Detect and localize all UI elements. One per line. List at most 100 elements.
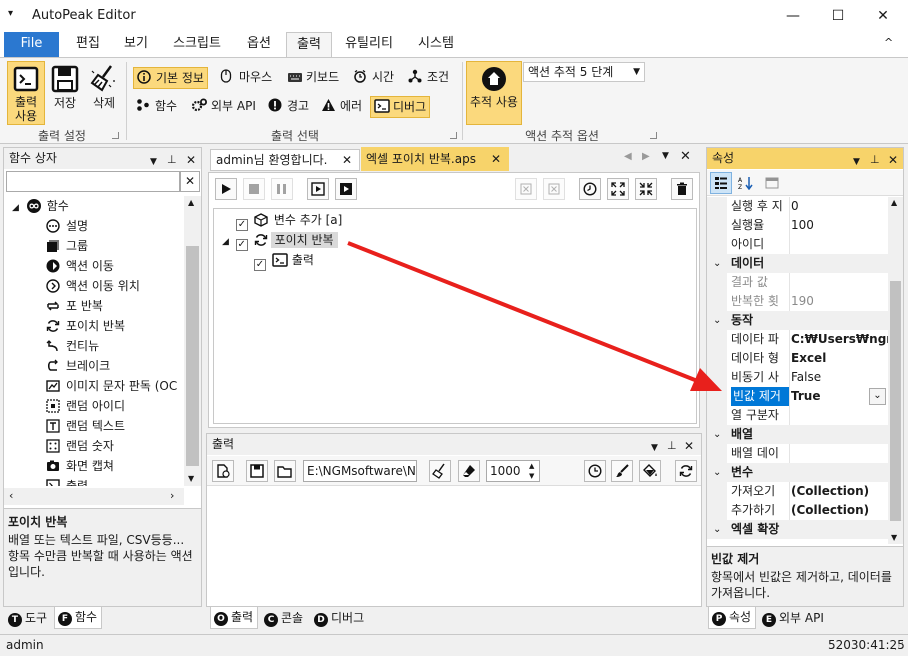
property-row[interactable]: 아이디: [707, 235, 888, 254]
panel-menu-icon[interactable]: ▼: [150, 152, 157, 172]
property-row[interactable]: 결과 값: [707, 273, 888, 292]
timer-button[interactable]: [579, 178, 601, 200]
search-clear-button[interactable]: ✕: [180, 171, 200, 192]
tab-debug[interactable]: D 디버그: [311, 608, 368, 630]
function-item-break[interactable]: 브레이크: [46, 356, 110, 376]
use-output-button[interactable]: 출력 사용: [7, 61, 45, 125]
pin-icon[interactable]: ⊥: [870, 150, 880, 170]
function-item-foreach-loop[interactable]: 포이치 반복: [46, 316, 125, 336]
save-button[interactable]: 저장: [48, 61, 82, 125]
property-value[interactable]: Excel: [791, 349, 888, 368]
trace-level-dropdown[interactable]: 액션 추적 5 단계 ▼: [523, 62, 645, 82]
function-search-input[interactable]: [6, 171, 180, 192]
function-item-screen-capture[interactable]: 화면 캡쳐: [46, 456, 114, 476]
run-button[interactable]: [215, 178, 237, 200]
log-limit-stepper[interactable]: 1000 ▲ ▼: [486, 460, 540, 482]
minimize-button[interactable]: —: [770, 0, 816, 32]
close-panel-icon[interactable]: ✕: [186, 150, 196, 170]
function-item-group[interactable]: 그룹: [46, 236, 88, 256]
function-item-action-move[interactable]: 액션 이동: [46, 256, 114, 276]
brush-button[interactable]: [611, 460, 633, 482]
property-value[interactable]: (Collection): [791, 482, 888, 501]
tab-list-icon[interactable]: ▼: [662, 151, 669, 161]
delete-action-button[interactable]: [671, 178, 693, 200]
property-value[interactable]: True: [791, 387, 888, 406]
close-document-icon[interactable]: ✕: [680, 149, 691, 164]
property-value[interactable]: 100: [791, 216, 888, 235]
action-trace-launcher-icon[interactable]: [650, 132, 657, 139]
use-trace-button[interactable]: 추적 사용: [466, 61, 522, 125]
open-folder-button[interactable]: [274, 460, 296, 482]
collapse-all-button[interactable]: [635, 178, 657, 200]
close-tab-icon[interactable]: ✕: [491, 147, 501, 171]
condition-button[interactable]: 조건: [405, 67, 452, 89]
property-category[interactable]: ⌄ 동작: [707, 311, 888, 330]
property-category[interactable]: ⌄ 데이터: [707, 254, 888, 273]
new-log-button[interactable]: [212, 460, 234, 482]
function-item-continue[interactable]: 컨티뉴: [46, 336, 99, 356]
category-collapse-icon[interactable]: ⌄: [713, 425, 721, 444]
panel-menu-icon[interactable]: ▼: [651, 438, 658, 458]
mouse-button[interactable]: 마우스: [217, 67, 275, 89]
expand-toggle-icon[interactable]: ◢: [12, 203, 19, 213]
tab-edit[interactable]: 편집: [64, 32, 112, 57]
external-api-button[interactable]: 외부 API: [189, 96, 259, 118]
property-row[interactable]: ⌄ 빈값 제거 True: [707, 387, 888, 406]
editor-tab-welcome[interactable]: admin님 환영합니다. ✕: [210, 149, 360, 171]
property-value[interactable]: (Collection): [791, 501, 888, 520]
tab-file[interactable]: File: [4, 32, 59, 57]
category-collapse-icon[interactable]: ⌄: [713, 520, 721, 539]
function-item-description[interactable]: 설명: [46, 216, 88, 236]
property-row[interactable]: 데이타 형 Excel: [707, 349, 888, 368]
property-value[interactable]: C:₩Users₩ngma: [791, 330, 888, 349]
resize-grip-icon[interactable]: ⋰: [894, 637, 904, 656]
time-button[interactable]: 시간: [350, 67, 397, 89]
tree-root-function[interactable]: ◢ 함수: [12, 196, 69, 216]
warning-button[interactable]: 경고: [265, 96, 312, 118]
property-row[interactable]: 실행율 100: [707, 216, 888, 235]
output-settings-launcher-icon[interactable]: [112, 132, 119, 139]
tab-system[interactable]: 시스템: [408, 32, 464, 57]
checkbox-checked-icon[interactable]: ✓: [235, 239, 248, 251]
stepper-up-icon[interactable]: ▲: [529, 461, 534, 471]
tab-tools[interactable]: T 도구: [5, 608, 51, 630]
log-path-field[interactable]: E:\NGMsoftware\NG: [303, 460, 417, 482]
function-tree-hscroll[interactable]: ‹ ›: [4, 488, 184, 505]
debug-button[interactable]: 디버그: [370, 96, 431, 118]
delete-button[interactable]: 삭제: [86, 61, 122, 125]
clear-breakpoint-button[interactable]: [515, 178, 537, 200]
function-item-random-number[interactable]: 랜덤 숫자: [46, 436, 114, 456]
property-category[interactable]: ⌄ 배열: [707, 425, 888, 444]
fill-color-button[interactable]: [639, 460, 661, 482]
scroll-right-icon[interactable]: ›: [170, 489, 174, 502]
pin-icon[interactable]: ⊥: [167, 150, 177, 170]
tab-view[interactable]: 보기: [112, 32, 160, 57]
scroll-left-icon[interactable]: ‹: [9, 489, 13, 502]
system-menu-icon[interactable]: ▾: [8, 8, 13, 19]
keyboard-button[interactable]: 키보드: [284, 67, 342, 89]
scroll-thumb[interactable]: [890, 281, 901, 521]
property-row[interactable]: 비동기 사 False: [707, 368, 888, 387]
scroll-down-icon[interactable]: ▼: [891, 533, 897, 542]
property-pages-button[interactable]: [763, 174, 781, 192]
expand-all-button[interactable]: [607, 178, 629, 200]
tab-scroll-right-icon[interactable]: ▶: [642, 151, 650, 162]
refresh-button[interactable]: [675, 460, 697, 482]
close-panel-icon[interactable]: ✕: [684, 436, 694, 456]
maximize-button[interactable]: ☐: [815, 0, 861, 32]
expand-toggle-icon[interactable]: ◢: [222, 237, 229, 247]
basic-info-button[interactable]: 기본 정보: [133, 67, 208, 89]
tab-properties[interactable]: P 속성: [708, 607, 757, 629]
tab-utility[interactable]: 유틸리티: [336, 32, 402, 57]
panel-menu-icon[interactable]: ▼: [853, 152, 860, 172]
property-row[interactable]: 반복한 횟 190: [707, 292, 888, 311]
category-collapse-icon[interactable]: ⌄: [713, 311, 721, 330]
category-collapse-icon[interactable]: ⌄: [713, 254, 721, 273]
scroll-up-icon[interactable]: ▲: [188, 198, 194, 207]
categorized-view-button[interactable]: [710, 172, 732, 194]
property-row[interactable]: 가져오기 (Collection): [707, 482, 888, 501]
function-item-for-loop[interactable]: 포 반복: [46, 296, 103, 316]
erase-button[interactable]: [458, 460, 480, 482]
property-row[interactable]: 실행 후 지 0: [707, 197, 888, 216]
script-node-add-variable[interactable]: ✓ 변수 추가 [a]: [236, 210, 342, 231]
